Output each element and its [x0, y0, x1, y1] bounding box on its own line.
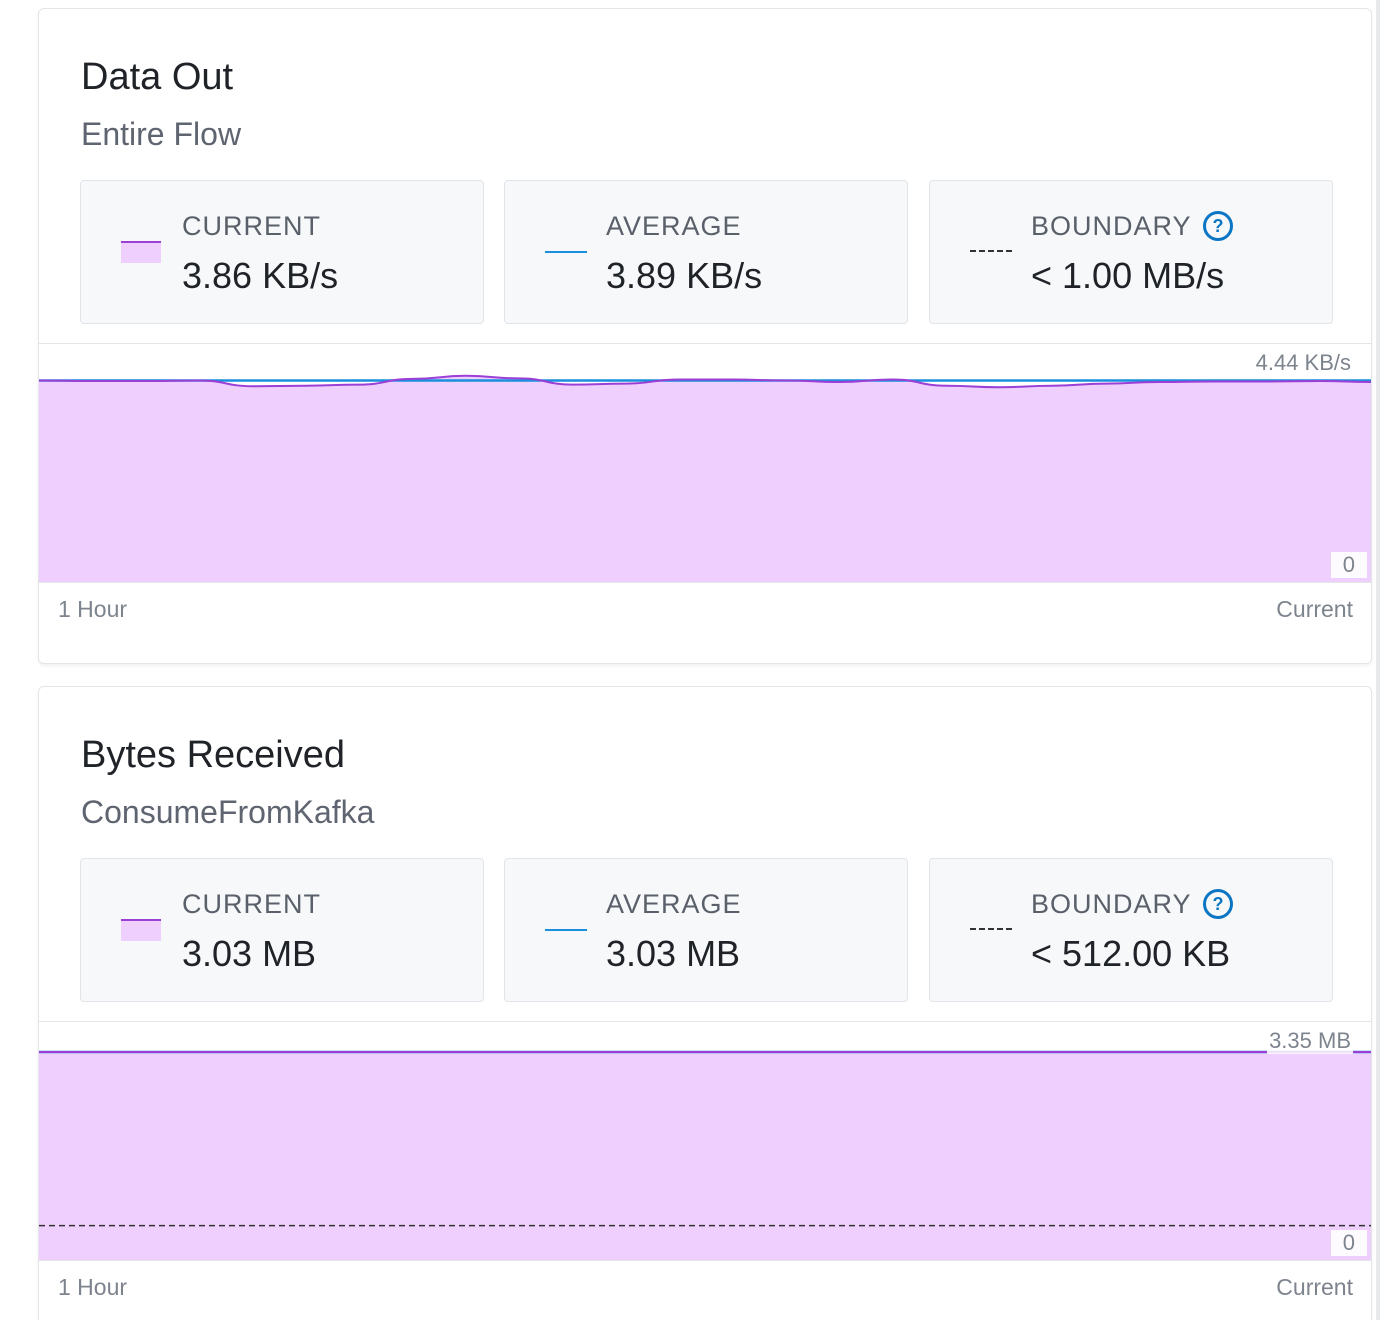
metrics-page: Data Out Entire Flow CURRENT 3.86 KB/s A…: [0, 0, 1384, 1320]
stat-boundary: BOUNDARY ? < 512.00 KB: [929, 858, 1333, 1002]
stats-row: CURRENT 3.03 MB AVERAGE 3.03 MB BOUNDARY…: [80, 858, 1334, 1002]
scrollbar-track[interactable]: [1376, 0, 1380, 1320]
y-axis-max-label: 3.35 MB: [1267, 1028, 1353, 1054]
stat-boundary-value: < 512.00 KB: [1031, 933, 1231, 974]
metric-card-bytes-received: Bytes Received ConsumeFromKafka CURRENT …: [38, 686, 1372, 1320]
question-circle-icon[interactable]: ?: [1203, 211, 1233, 241]
card-title: Data Out: [81, 56, 234, 98]
average-legend-line: [545, 251, 587, 253]
stats-row: CURRENT 3.86 KB/s AVERAGE 3.89 KB/s BOUN…: [80, 180, 1334, 324]
card-title: Bytes Received: [81, 734, 346, 776]
stat-boundary-label: BOUNDARY: [1031, 889, 1192, 919]
stat-average: AVERAGE 3.89 KB/s: [504, 180, 908, 324]
area-chart: [39, 1050, 1371, 1260]
card-subtitle: Entire Flow: [81, 116, 242, 152]
x-axis-start-label: 1 Hour: [58, 1274, 128, 1300]
chart-area[interactable]: 3.35 MB 0: [39, 1021, 1371, 1261]
stat-average-value: 3.03 MB: [606, 933, 741, 974]
y-axis-zero-label: 0: [1330, 1230, 1367, 1256]
card-subtitle: ConsumeFromKafka: [81, 794, 375, 830]
x-axis-start-label: 1 Hour: [58, 596, 128, 622]
stat-current: CURRENT 3.03 MB: [80, 858, 484, 1002]
question-circle-icon[interactable]: ?: [1203, 889, 1233, 919]
boundary-legend-dashed-line: [970, 250, 1012, 252]
chart-area[interactable]: 4.44 KB/s 0: [39, 343, 1371, 583]
stat-average-label: AVERAGE: [606, 889, 742, 919]
current-area-fill: [39, 375, 1371, 582]
stat-boundary-label: BOUNDARY: [1031, 211, 1192, 241]
stat-current-label: CURRENT: [182, 211, 321, 241]
y-axis-zero-label: 0: [1330, 552, 1367, 578]
boundary-legend-dashed-line: [970, 928, 1012, 930]
current-legend-swatch: [121, 919, 161, 941]
current-area-fill: [39, 1052, 1371, 1260]
y-axis-max-label: 4.44 KB/s: [1253, 350, 1353, 376]
x-axis-end-label: Current: [1276, 1274, 1353, 1300]
metric-card-data-out: Data Out Entire Flow CURRENT 3.86 KB/s A…: [38, 8, 1372, 664]
stat-average-value: 3.89 KB/s: [606, 255, 763, 296]
stat-current: CURRENT 3.86 KB/s: [80, 180, 484, 324]
stat-average: AVERAGE 3.03 MB: [504, 858, 908, 1002]
stat-boundary-value: < 1.00 MB/s: [1031, 255, 1225, 296]
current-legend-swatch: [121, 241, 161, 263]
x-axis-end-label: Current: [1276, 596, 1353, 622]
stat-current-value: 3.86 KB/s: [182, 255, 339, 296]
stat-current-label: CURRENT: [182, 889, 321, 919]
stat-current-value: 3.03 MB: [182, 933, 317, 974]
average-legend-line: [545, 929, 587, 931]
stat-boundary: BOUNDARY ? < 1.00 MB/s: [929, 180, 1333, 324]
stat-average-label: AVERAGE: [606, 211, 742, 241]
area-chart: [39, 374, 1371, 582]
